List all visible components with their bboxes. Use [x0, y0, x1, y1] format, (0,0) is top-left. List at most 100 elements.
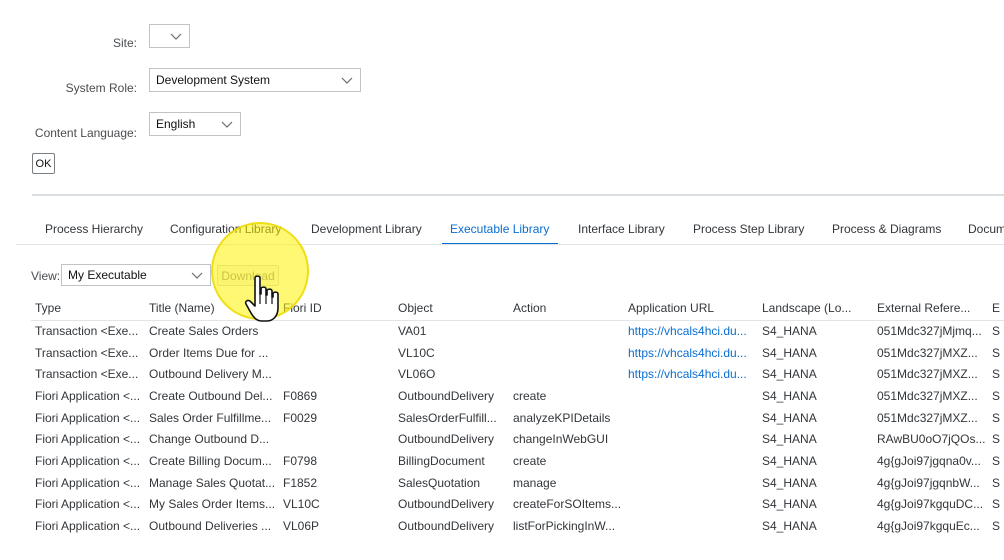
view-value: My Executable [68, 268, 147, 282]
column-header[interactable]: Fiori ID [279, 296, 394, 320]
table-cell: S4_HANA [762, 367, 817, 382]
column-header[interactable]: Type [31, 296, 145, 320]
tab-interface-library[interactable]: Interface Library [578, 222, 665, 236]
view-label: View: [31, 269, 61, 283]
table-row[interactable]: Transaction <Exe... Outbound Delivery M..… [31, 363, 1004, 385]
table-cell [279, 428, 394, 450]
tab-process-hierarchy[interactable]: Process Hierarchy [45, 222, 143, 236]
table-cell: S [992, 475, 1001, 490]
table-cell: 051Mdc327jMXZ... [877, 367, 978, 382]
application-url-link[interactable]: https://vhcals4hci.du... [624, 320, 758, 342]
table-cell: Fiori Application <... [35, 519, 141, 534]
table-row[interactable]: Fiori Application <... Sales Order Fulfil… [31, 407, 1004, 429]
table-cell: RAwBU0oO7jQOs... [877, 432, 986, 447]
table-cell: Outbound Deliveries ... [149, 519, 272, 534]
table-cell: VL06O [398, 367, 436, 382]
table-row[interactable]: Transaction <Exe... Create Sales Orders VA… [31, 320, 1004, 342]
table-cell: 4g{gJoi97kgquEc... [877, 519, 980, 534]
column-header[interactable]: Object [394, 296, 509, 320]
table-cell: F0798 [283, 453, 318, 468]
table-cell: Fiori Application <... [35, 475, 141, 490]
table-row[interactable]: Fiori Application <... Create Outbound De… [31, 385, 1004, 407]
column-header[interactable]: Action [509, 296, 624, 320]
column-header[interactable]: Title (Name) [145, 296, 279, 320]
table-cell: Transaction <Exe... [35, 367, 139, 382]
table-cell: OutboundDelivery [398, 497, 495, 512]
table-cell: 4g{gJoi97jgqnbW... [877, 475, 980, 490]
table-row[interactable]: Transaction <Exe... Order Items Due for .… [31, 342, 1004, 364]
table-cell: Manage Sales Quotat... [149, 475, 276, 490]
table-cell: S4_HANA [762, 432, 817, 447]
table-row[interactable]: Fiori Application <... Outbound Deliverie… [31, 515, 1004, 537]
table-row[interactable]: Fiori Application <... Create Billing Doc… [31, 450, 1004, 472]
application-url-link [624, 494, 758, 516]
application-url-link [624, 428, 758, 450]
column-header[interactable]: Application URL [624, 296, 758, 320]
site-label: Site: [112, 36, 137, 50]
table-cell: OutboundDelivery [398, 519, 495, 534]
table-cell [509, 320, 624, 342]
table-cell: createForSOItems... [513, 497, 622, 512]
application-url-link [624, 515, 758, 537]
tab-documents[interactable]: Docum [968, 222, 1004, 236]
table-cell: SalesQuotation [398, 475, 481, 490]
table-cell: 4g{gJoi97jgqna0v... [877, 453, 981, 468]
chevron-down-icon [169, 29, 183, 43]
system-role-select[interactable]: Development System [149, 68, 361, 92]
table-row[interactable]: Fiori Application <... My Sales Order Ite… [31, 494, 1004, 516]
table-row[interactable]: Fiori Application <... Manage Sales Quota… [31, 472, 1004, 494]
table-cell: S [992, 453, 1001, 468]
table-cell: S [992, 388, 1001, 403]
table-cell: S4_HANA [762, 519, 817, 534]
table-cell: VL10C [398, 345, 435, 360]
tab-process-diagrams[interactable]: Process & Diagrams [832, 222, 941, 236]
table-cell: S4_HANA [762, 324, 817, 339]
tab-process-step-library[interactable]: Process Step Library [693, 222, 804, 236]
application-url-link[interactable]: https://vhcals4hci.du... [624, 342, 758, 364]
table-cell [279, 342, 394, 364]
column-header[interactable]: Landscape (Lo... [758, 296, 873, 320]
tab-configuration-library[interactable]: Configuration Library [170, 222, 281, 236]
table-cell: Transaction <Exe... [35, 324, 139, 339]
table-cell: BillingDocument [398, 453, 485, 468]
system-role-label: System Role: [65, 81, 137, 95]
content-language-select[interactable]: English [149, 112, 241, 136]
table-cell: VL06P [283, 519, 320, 534]
table-cell: create [513, 453, 547, 468]
chevron-down-icon [340, 73, 354, 87]
table-row[interactable]: Fiori Application <... Change Outbound D.… [31, 428, 1004, 450]
table-cell: F0869 [283, 388, 318, 403]
table-cell: My Sales Order Items... [149, 497, 276, 512]
table-cell: Create Billing Docum... [149, 453, 272, 468]
tab-executable-library[interactable]: Executable Library [450, 222, 549, 236]
table-cell: Order Items Due for ... [149, 345, 269, 360]
table-cell: changeInWebGUI [513, 432, 609, 447]
site-select[interactable] [149, 24, 190, 48]
table-cell: Create Sales Orders [149, 324, 259, 339]
column-header[interactable]: External Refere... [873, 296, 988, 320]
table-cell: VL10C [283, 497, 320, 512]
table-cell: Fiori Application <... [35, 410, 141, 425]
column-header[interactable]: E [988, 296, 1004, 320]
table-cell [279, 320, 394, 342]
table-cell [509, 363, 624, 385]
table-cell: F1852 [283, 475, 318, 490]
table-cell: Fiori Application <... [35, 453, 141, 468]
table-cell: S [992, 367, 1001, 382]
application-url-link[interactable]: https://vhcals4hci.du... [624, 363, 758, 385]
download-button[interactable]: Download [217, 265, 279, 286]
table-cell: analyzeKPIDetails [513, 410, 611, 425]
table-cell: Fiori Application <... [35, 432, 141, 447]
section-divider [32, 194, 1004, 196]
table-cell: S4_HANA [762, 453, 817, 468]
table-cell: S4_HANA [762, 388, 817, 403]
table-cell: 051Mdc327jMXZ... [877, 345, 978, 360]
table-cell: S [992, 497, 1001, 512]
table-cell: S4_HANA [762, 475, 817, 490]
view-select[interactable]: My Executable [61, 264, 211, 286]
table-cell: S [992, 410, 1001, 425]
tab-development-library[interactable]: Development Library [311, 222, 422, 236]
ok-button[interactable]: OK [32, 153, 55, 174]
table-cell: S4_HANA [762, 497, 817, 512]
table-cell: 051Mdc327jMXZ... [877, 410, 978, 425]
